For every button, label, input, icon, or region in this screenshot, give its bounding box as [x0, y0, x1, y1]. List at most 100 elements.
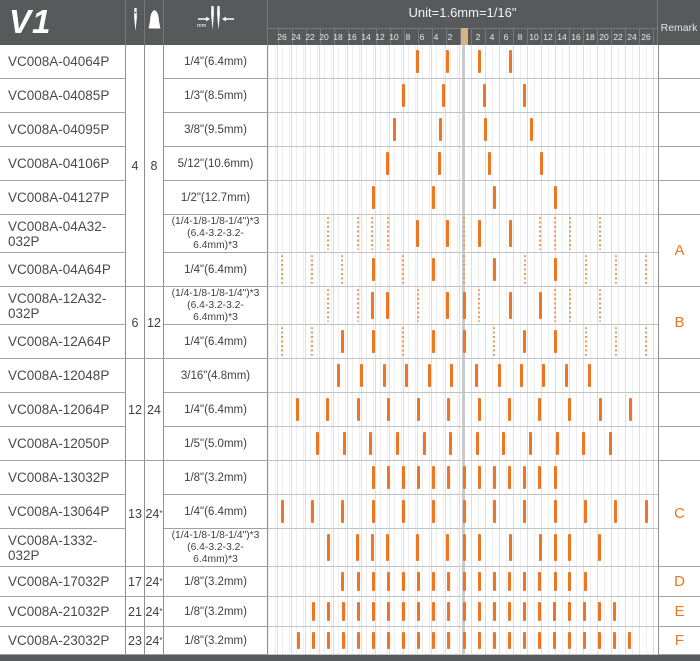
- gauge-cell: 1/4"(6.4mm): [164, 45, 268, 79]
- center-line: [462, 113, 465, 146]
- needle-layout-cell: [268, 181, 658, 215]
- needle-tick-solid: [529, 432, 532, 455]
- needle-tick-solid: [628, 632, 631, 649]
- needle-tick-solid: [386, 152, 389, 175]
- needle-tick-dotted: [311, 255, 313, 284]
- needle-layout-cell: [268, 359, 658, 393]
- needle-tick-solid: [446, 534, 449, 561]
- needle-tick-solid: [446, 50, 449, 73]
- gauge-cell: 1/4"(6.4mm): [164, 495, 268, 529]
- scale-number: 2: [471, 29, 485, 46]
- scale-number: 22: [611, 29, 625, 46]
- scale-number: 20: [317, 29, 331, 46]
- needle-tick-dotted: [371, 217, 373, 250]
- needle-tick-dotted: [341, 255, 343, 284]
- needle-layout-cell: [268, 393, 658, 427]
- needle-tick-solid: [493, 186, 496, 209]
- needle-tick-solid: [508, 398, 511, 421]
- remark-cell: [658, 427, 700, 461]
- needle-tick-solid: [423, 432, 426, 455]
- part-number-cell: VC008A-23032P: [0, 627, 126, 655]
- needle-tick-solid: [554, 572, 557, 591]
- needle-tick-solid: [372, 602, 375, 621]
- needle-tick-solid: [296, 398, 299, 421]
- scale-number: 16: [345, 29, 359, 46]
- needle-tick-solid: [342, 632, 345, 649]
- needle-tick-solid: [327, 632, 330, 649]
- needle-tick-solid: [568, 632, 571, 649]
- part-number-cell: VC008A-12064P: [0, 393, 126, 427]
- remark-cell: [658, 181, 700, 215]
- gauge-cell: 1/8"(3.2mm): [164, 627, 268, 655]
- needle-tick-solid: [432, 602, 435, 621]
- needle-tick-dotted: [599, 289, 601, 322]
- needle-tick-dotted: [311, 327, 313, 356]
- needle-tick-solid: [565, 364, 568, 387]
- remark-cell: B: [658, 287, 700, 359]
- needle-tick-dotted: [645, 327, 647, 356]
- needle-tick-solid: [568, 398, 571, 421]
- scale-number: 14: [555, 29, 569, 46]
- part-number-cell: VC008A-04A32-032P: [0, 215, 126, 253]
- needle-tick-solid: [475, 364, 478, 387]
- gauge-cell: 1/5"(5.0mm): [164, 427, 268, 461]
- needle-tick-solid: [281, 500, 284, 523]
- remark-cell: [658, 45, 700, 79]
- part-number-cell: VC008A-04064P: [0, 45, 126, 79]
- needle-tick-dotted: [569, 289, 571, 322]
- needle-layout-cell: [268, 253, 658, 287]
- needle-tick-solid: [582, 432, 585, 455]
- needle-tick-solid: [484, 118, 487, 141]
- needle-tick-solid: [538, 572, 541, 591]
- needle-tick-dotted: [463, 255, 465, 284]
- presser-column-header: [145, 0, 164, 45]
- needle-tick-solid: [463, 466, 466, 489]
- needle-tick-solid: [372, 572, 375, 591]
- needle-gauge-mm-icon: mm: [190, 6, 242, 39]
- gauge-cell: (1/4-1/8-1/8-1/4")*3(6.4-3.2-3.2-6.4mm)*…: [164, 215, 268, 253]
- needle-tick-solid: [372, 186, 375, 209]
- scale-number: 8: [513, 29, 527, 46]
- needle-tick-solid: [432, 632, 435, 649]
- needle-tick-dotted: [645, 255, 647, 284]
- center-line: [462, 79, 465, 112]
- needle-layout-cell: [268, 79, 658, 113]
- needle-tick-dotted: [599, 217, 601, 250]
- needle-tick-solid: [371, 292, 374, 319]
- needle-tick-solid: [554, 500, 557, 523]
- needle-tick-solid: [478, 632, 481, 649]
- center-line: [462, 393, 465, 426]
- needle-tick-solid: [311, 500, 314, 523]
- needle-tick-solid: [523, 330, 526, 353]
- needle-tick-dotted: [402, 255, 404, 284]
- needle-tick-solid: [438, 152, 441, 175]
- gauge-cell: (1/4-1/8-1/8-1/4")*3(6.4-3.2-3.2-6.4mm)*…: [164, 287, 268, 325]
- remark-cell: D: [658, 567, 700, 597]
- needle-tick-solid: [396, 432, 399, 455]
- needle-tick-dotted: [615, 255, 617, 284]
- part-number-cell: VC008A-13064P: [0, 495, 126, 529]
- needle-tick-solid: [554, 258, 557, 281]
- needle-tick-solid: [342, 602, 345, 621]
- gauge-cell: 1/4"(6.4mm): [164, 393, 268, 427]
- needle-tick-solid: [446, 220, 449, 247]
- needle-tick-solid: [609, 432, 612, 455]
- part-number-cell: VC008A-12A32-032P: [0, 287, 126, 325]
- needle-tick-solid: [372, 330, 375, 353]
- needle-tick-solid: [447, 466, 450, 489]
- needle-tick-dotted: [281, 327, 283, 356]
- needle-tick-dotted: [585, 327, 587, 356]
- needle-tick-solid: [356, 534, 359, 561]
- needle-tick-solid: [402, 466, 405, 489]
- needle-tick-solid: [417, 572, 420, 591]
- remark-cell: [658, 79, 700, 113]
- remark-header: Remark: [658, 0, 700, 45]
- needle-tick-solid: [523, 466, 526, 489]
- needle-tick-solid: [539, 292, 542, 319]
- needle-tick-solid: [312, 602, 315, 621]
- footer-bar: [0, 655, 700, 661]
- needle-count-cell: 6: [126, 287, 145, 359]
- needle-count-cell: 12: [126, 359, 145, 461]
- part-number-cell: VC008A-04127P: [0, 181, 126, 215]
- needle-tick-solid: [383, 364, 386, 387]
